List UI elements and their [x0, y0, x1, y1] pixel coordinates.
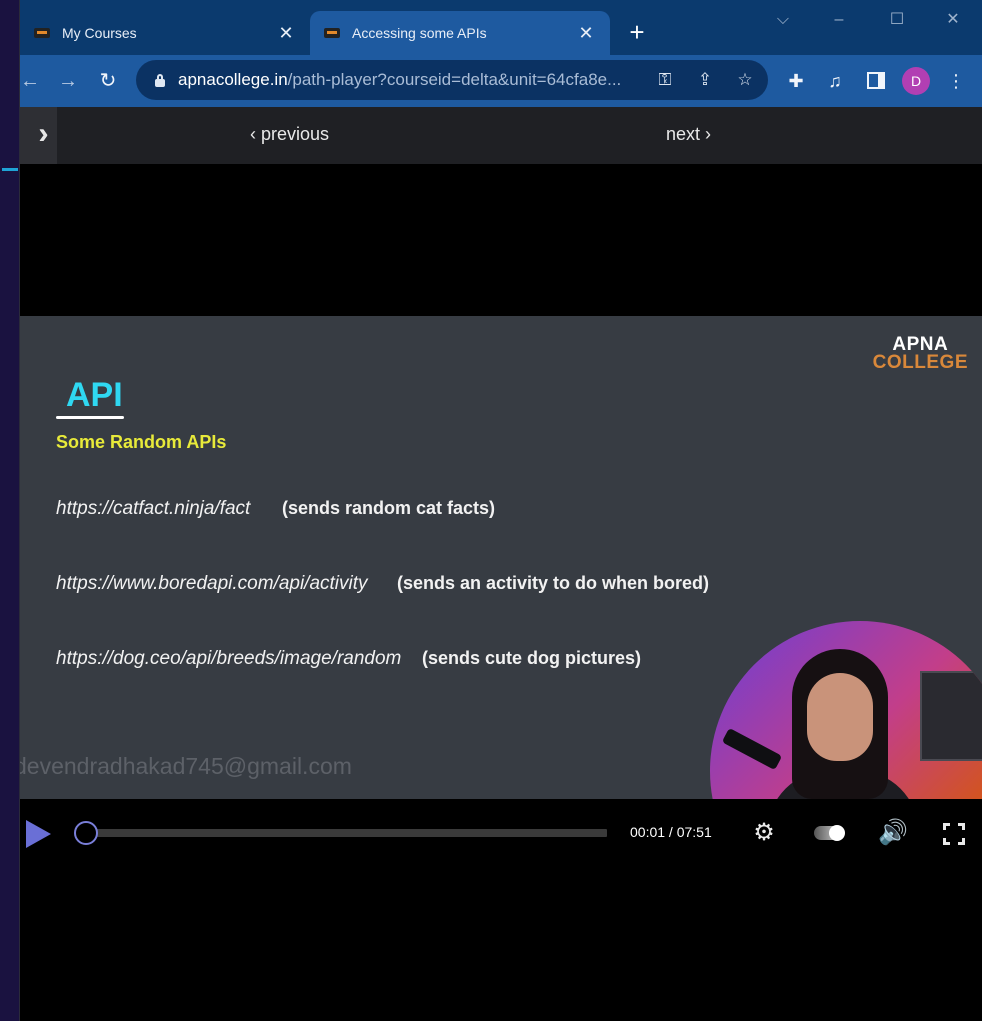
fullscreen-icon[interactable] [943, 823, 965, 845]
slide-title: API [66, 376, 123, 414]
expand-sidebar-icon[interactable]: ›› [20, 107, 57, 164]
side-panel-icon[interactable] [867, 72, 885, 89]
browser-tab-strip: My Courses ✕ Accessing some APIs ✕ + ⌵ –… [20, 0, 982, 55]
api-description: (sends cute dog pictures) [422, 648, 642, 668]
new-tab-button[interactable]: + [624, 17, 650, 47]
time-display: 00:01 / 07:51 [630, 824, 712, 840]
close-tab-icon[interactable]: ✕ [576, 23, 596, 44]
background-accent-line [2, 168, 18, 171]
user-email-watermark: devendradhakad745@gmail.com [20, 753, 352, 779]
media-controls-icon[interactable]: ♫ [822, 68, 848, 94]
tab-title: My Courses [62, 25, 137, 41]
share-icon[interactable]: ⇪ [694, 69, 716, 91]
microphone-icon [721, 727, 783, 771]
back-arrow-icon[interactable]: ← [16, 67, 44, 95]
bookmark-star-icon[interactable]: ☆ [734, 69, 756, 91]
previous-lesson-link[interactable]: ‹ previous [250, 124, 329, 145]
api-url: https://dog.ceo/api/breeds/image/random [56, 648, 402, 669]
close-window-button[interactable]: ✕ [938, 6, 968, 34]
close-tab-icon[interactable]: ✕ [276, 23, 296, 44]
profile-avatar[interactable]: D [902, 67, 930, 95]
extensions-puzzle-icon[interactable]: ✚ [783, 68, 809, 94]
api-url: https://www.boredapi.com/api/activity [56, 573, 368, 594]
progress-thumb[interactable] [74, 821, 99, 845]
api-list-item: https://www.boredapi.com/api/activity (s… [56, 573, 709, 595]
video-frame[interactable]: APNA COLLEGE API Some Random APIs https:… [20, 316, 982, 799]
screen: My Courses ✕ Accessing some APIs ✕ + ⌵ –… [0, 0, 982, 1021]
tab-accessing-some-apis[interactable]: Accessing some APIs ✕ [310, 11, 610, 55]
tab-search-chevron-icon[interactable]: ⌵ [768, 6, 798, 34]
background-window-edge [0, 0, 20, 1021]
lesson-navigation-bar: ›› ‹ previous next › [20, 107, 982, 164]
video-player-controls: 00:01 / 07:51 ⚙ 🔊 [20, 799, 982, 869]
apna-college-favicon-icon [324, 28, 340, 38]
studio-background-panel [920, 671, 982, 761]
slide-subtitle: Some Random APIs [56, 432, 227, 452]
api-list-item: https://dog.ceo/api/breeds/image/random … [56, 648, 641, 670]
url-text[interactable]: apnacollege.in/path-player?courseid=delt… [178, 70, 643, 90]
title-underline [56, 416, 124, 419]
tab-title: Accessing some APIs [352, 25, 487, 41]
tab-my-courses[interactable]: My Courses ✕ [20, 11, 310, 55]
lock-icon[interactable] [154, 73, 166, 87]
video-letterbox-bottom [20, 869, 982, 1021]
api-description: (sends an activity to do when bored) [397, 573, 710, 593]
maximize-button[interactable]: ☐ [882, 6, 912, 34]
play-icon[interactable] [26, 820, 51, 848]
more-menu-icon[interactable]: ⋮ [943, 68, 969, 94]
api-url: https://catfact.ninja/fact [56, 498, 251, 519]
video-letterbox-top [20, 164, 982, 316]
browser-toolbar: ← → ↻ apnacollege.in/path-player?coursei… [20, 55, 982, 107]
settings-gear-icon[interactable]: ⚙ [748, 817, 780, 849]
key-icon[interactable]: ⚿ [654, 69, 676, 91]
presenter-face [807, 673, 873, 761]
apna-college-logo: APNA COLLEGE [872, 334, 968, 374]
api-list-item: https://catfact.ninja/fact (sends random… [56, 498, 495, 520]
minimize-button[interactable]: – [824, 6, 854, 34]
address-bar[interactable]: apnacollege.in/path-player?courseid=delt… [136, 60, 768, 100]
reload-icon[interactable]: ↻ [94, 67, 122, 95]
playback-speed-toggle[interactable] [814, 825, 845, 841]
progress-bar[interactable] [74, 821, 607, 845]
api-description: (sends random cat facts) [282, 498, 496, 518]
presenter-webcam-overlay [710, 621, 982, 799]
forward-arrow-icon[interactable]: → [54, 67, 82, 95]
next-lesson-link[interactable]: next › [666, 124, 711, 145]
apna-college-favicon-icon [34, 28, 50, 38]
volume-icon[interactable]: 🔊 [877, 817, 909, 849]
